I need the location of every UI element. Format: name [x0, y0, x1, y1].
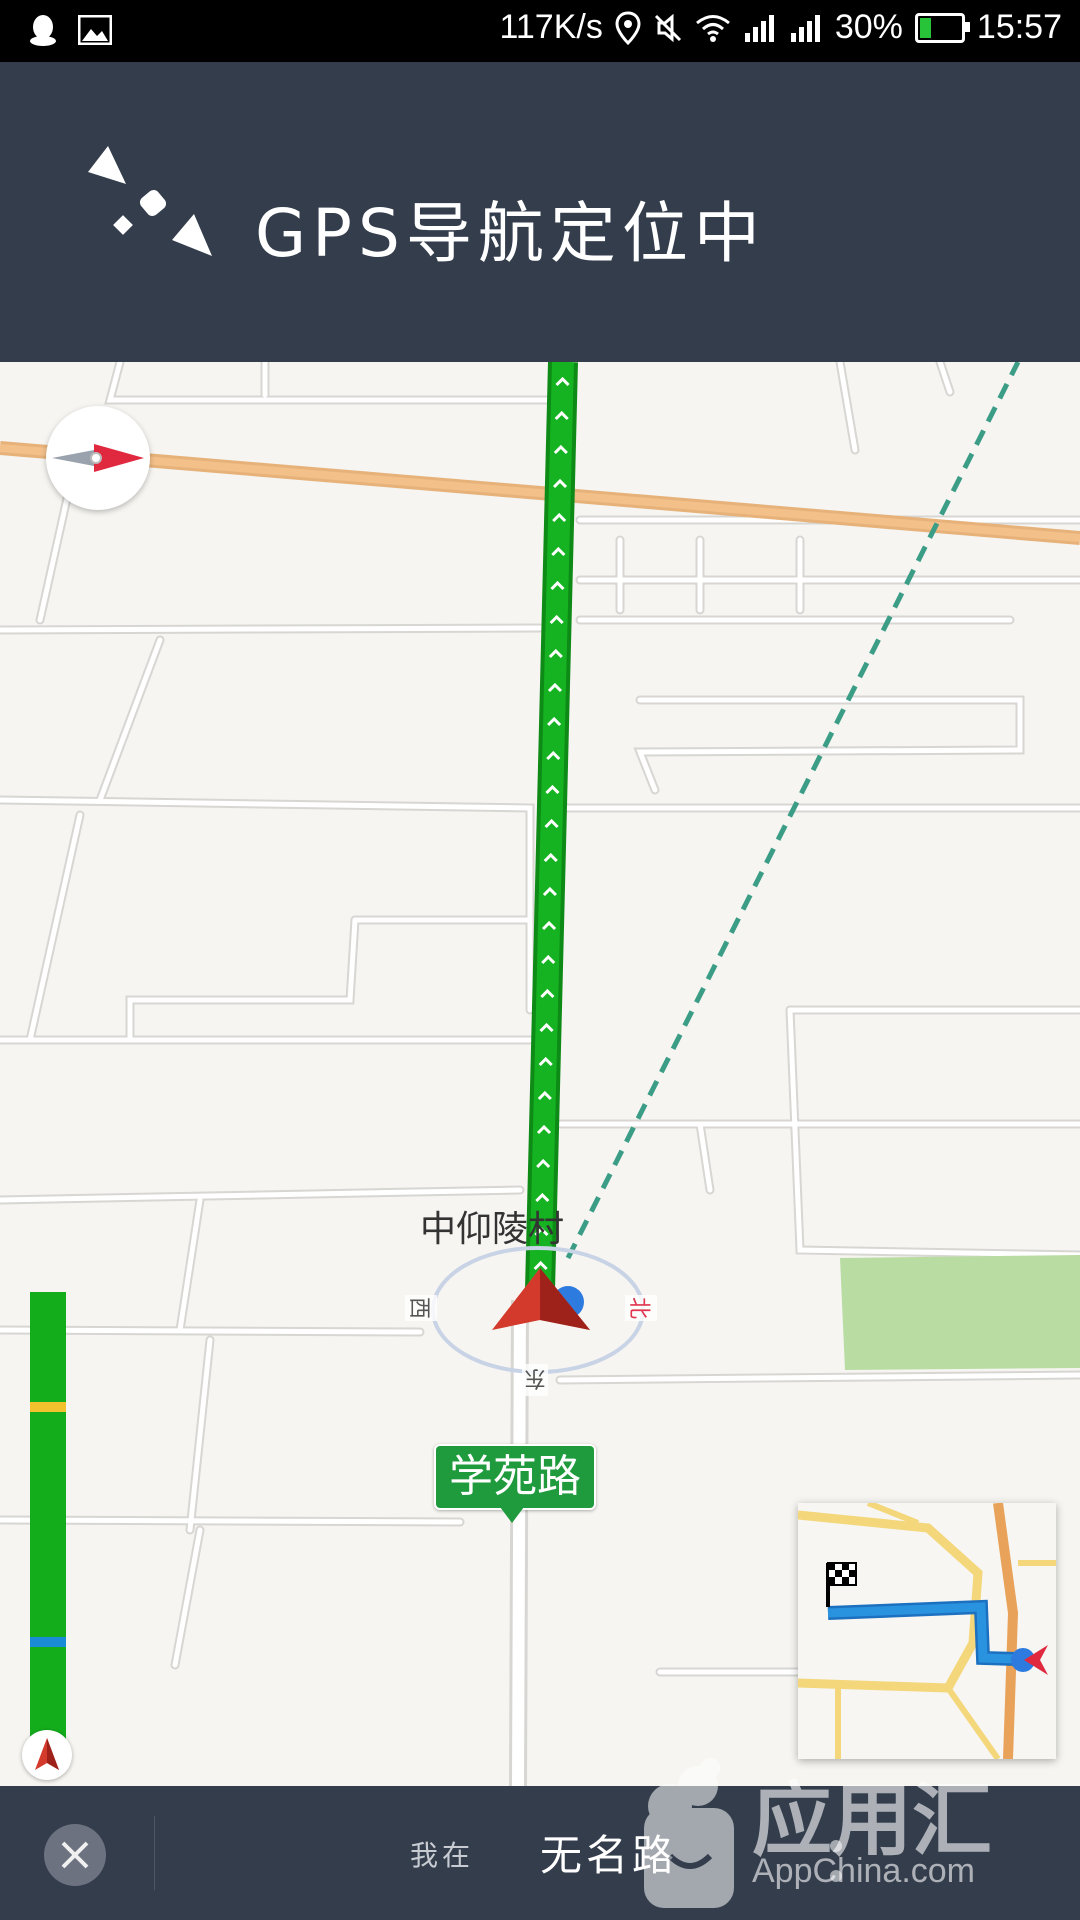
direction-east: 东 [522, 1364, 549, 1396]
page-title: GPS导航定位中 [255, 195, 766, 272]
road-tag-pointer [500, 1507, 524, 1523]
place-label: 中仰陵村 [420, 1209, 565, 1250]
watermark-site: AppChina.com [752, 1852, 976, 1890]
signal-icon [790, 14, 820, 42]
battery-percent: 30% [834, 8, 903, 46]
progress-marker-blue [30, 1637, 66, 1647]
navigation-arrow-icon [22, 1730, 72, 1780]
road-name-tag: 学苑路 [434, 1444, 596, 1510]
close-icon [61, 1841, 89, 1869]
bottom-bar: 我在 无名路 应用汇 AppChina.com [0, 1758, 1080, 1920]
progress-marker-yellow [30, 1402, 66, 1412]
satellite-icon [88, 146, 212, 256]
current-location-label: 我在 [410, 1839, 475, 1872]
image-icon [78, 15, 112, 45]
battery-level [919, 17, 931, 38]
signal-icon [744, 14, 774, 42]
watermark-logo: 应用汇 AppChina.com [640, 1746, 1080, 1916]
header: GPS导航定位中 [0, 62, 1080, 362]
divider [154, 1816, 155, 1890]
mute-icon [654, 13, 681, 42]
compass-icon [52, 444, 144, 472]
route-progress-bar [30, 1292, 66, 1746]
direction-north: 北 [625, 1294, 658, 1322]
direction-west: 西 [405, 1294, 438, 1322]
exit-navigation-button[interactable] [44, 1824, 106, 1886]
map-view[interactable]: 中仰陵村 西 北 东 学苑路 [0, 362, 1080, 1786]
compass-button[interactable] [46, 406, 150, 510]
clock: 15:57 [976, 8, 1062, 46]
qq-icon [30, 15, 56, 46]
overview-minimap[interactable] [798, 1503, 1056, 1759]
battery-icon [914, 12, 970, 43]
network-speed: 117K/s [499, 8, 603, 46]
wifi-icon [695, 14, 730, 42]
location-icon [615, 10, 641, 45]
status-bar: 117K/s 30% 15:57 [0, 0, 1080, 62]
